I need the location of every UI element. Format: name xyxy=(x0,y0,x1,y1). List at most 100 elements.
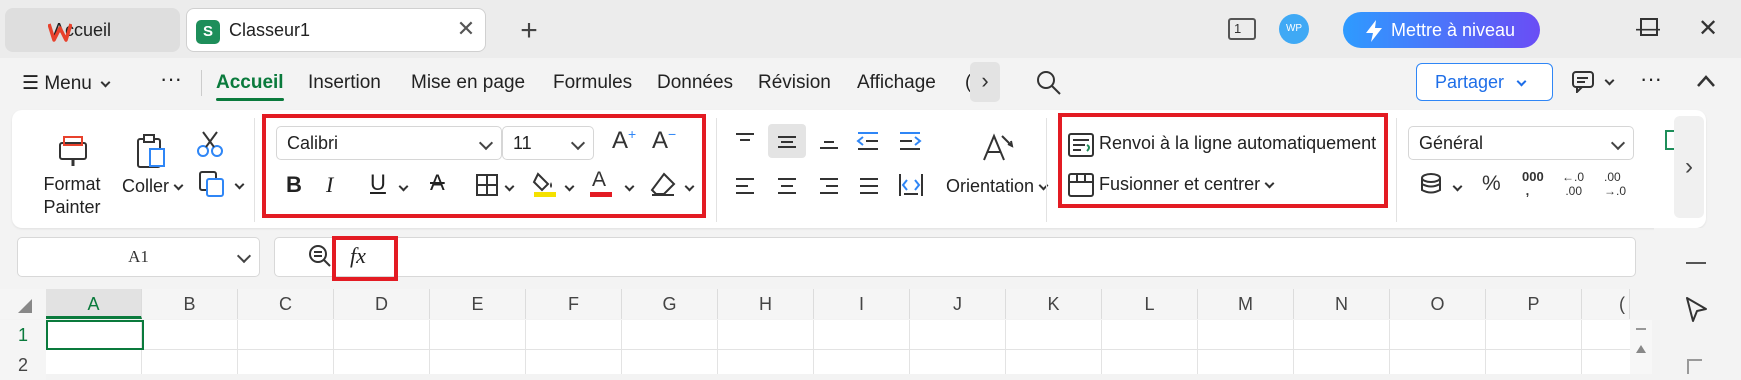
tab-formules[interactable]: Formules xyxy=(553,72,632,94)
maximize-button[interactable] xyxy=(1640,18,1658,36)
tab-document[interactable]: Classeur1 xyxy=(186,8,486,52)
paste-label: Coller xyxy=(122,176,170,196)
active-cell[interactable] xyxy=(46,320,144,350)
justify-icon[interactable] xyxy=(858,176,880,196)
zoom-formula-icon[interactable] xyxy=(308,244,332,268)
cut-icon[interactable] xyxy=(196,130,224,158)
distributed-align-icon[interactable] xyxy=(898,172,924,198)
increase-indent-icon[interactable] xyxy=(898,130,922,152)
more-options-icon[interactable]: ··· xyxy=(1640,66,1662,92)
tab-affichage[interactable]: Affichage xyxy=(857,72,936,94)
currency-format-icon[interactable] xyxy=(1418,172,1444,198)
tab-mise-en-page[interactable]: Mise en page xyxy=(411,72,525,94)
align-middle-button[interactable] xyxy=(768,124,806,158)
align-right-icon[interactable] xyxy=(818,176,840,196)
comment-dropdown-icon[interactable] xyxy=(1600,74,1615,92)
scroll-up-icon[interactable] xyxy=(1635,344,1647,354)
copy-icon[interactable] xyxy=(198,170,226,198)
close-tab-icon[interactable]: ✕ xyxy=(455,18,477,40)
currency-dropdown-icon[interactable] xyxy=(1448,180,1463,198)
upgrade-button[interactable]: Mettre à niveau xyxy=(1343,12,1540,48)
row-header[interactable]: 1 xyxy=(0,320,46,350)
ribbon-separator xyxy=(254,118,255,222)
select-all-corner[interactable] xyxy=(0,289,46,319)
increase-decimal-icon[interactable]: ←.0 .00 xyxy=(1562,170,1584,198)
page-indicator[interactable]: 1 xyxy=(1228,18,1256,40)
decrease-decimal-icon[interactable]: .00 →.0 xyxy=(1604,170,1626,198)
align-top-icon[interactable] xyxy=(734,130,756,152)
column-header[interactable]: J xyxy=(910,289,1006,319)
tab-donnees[interactable]: Données xyxy=(657,72,733,94)
name-box[interactable]: A1 xyxy=(17,237,260,277)
menu-button[interactable]: ☰ Menu xyxy=(22,72,111,95)
align-bottom-icon[interactable] xyxy=(818,130,840,152)
column-header[interactable]: F xyxy=(526,289,622,319)
search-icon[interactable] xyxy=(1036,70,1062,96)
copy-dropdown-icon[interactable] xyxy=(230,178,245,196)
format-painter-button[interactable]: Format Painter xyxy=(42,174,102,218)
column-header[interactable]: P xyxy=(1486,289,1582,319)
number-format-select[interactable]: Général xyxy=(1408,126,1634,160)
column-header[interactable]: D xyxy=(334,289,430,319)
collapse-ribbon-icon[interactable] xyxy=(1696,74,1716,88)
orientation-label: Orientation xyxy=(946,176,1035,196)
more-icon[interactable]: ··· xyxy=(160,66,182,92)
format-painter-line1: Format xyxy=(43,174,101,194)
column-header[interactable]: I xyxy=(814,289,910,319)
tab-revision[interactable]: Révision xyxy=(758,72,831,94)
scroll-tabs-right-icon[interactable]: › xyxy=(970,62,1000,102)
column-header[interactable]: M xyxy=(1198,289,1294,319)
paste-icon xyxy=(137,134,165,168)
highlight-box-font-group xyxy=(262,114,706,218)
orientation-button[interactable]: Orientation xyxy=(946,176,1049,197)
format-painter-line2: Painter xyxy=(43,197,101,217)
number-format-value: Général xyxy=(1419,133,1484,153)
select-cursor-icon[interactable] xyxy=(1684,296,1710,324)
format-painter-icon xyxy=(59,136,87,166)
share-button[interactable]: Partager xyxy=(1416,63,1553,101)
column-header[interactable]: O xyxy=(1390,289,1486,319)
tab-insertion[interactable]: Insertion xyxy=(308,72,381,94)
column-header[interactable]: A xyxy=(46,289,142,319)
column-header[interactable]: G xyxy=(622,289,718,319)
column-header[interactable]: K xyxy=(1006,289,1102,319)
cell-grid[interactable] xyxy=(46,320,1630,374)
column-header[interactable]: E xyxy=(430,289,526,319)
highlight-box-fx xyxy=(332,236,398,281)
align-left-icon[interactable] xyxy=(734,176,756,196)
close-window-button[interactable]: ✕ xyxy=(1688,12,1728,46)
cell-reference: A1 xyxy=(128,247,149,266)
decrease-indent-icon[interactable] xyxy=(856,130,880,152)
orientation-icon xyxy=(983,133,1014,161)
avatar[interactable]: WP xyxy=(1279,14,1309,44)
vertical-scrollbar[interactable] xyxy=(1630,320,1652,374)
active-tab-indicator xyxy=(216,98,284,101)
column-header[interactable]: ( xyxy=(1582,289,1630,319)
comment-icon[interactable] xyxy=(1572,71,1598,93)
percent-icon[interactable]: % xyxy=(1482,172,1501,196)
ribbon-separator xyxy=(1396,118,1397,222)
row-header[interactable]: 2 xyxy=(0,350,46,380)
align-middle-icon xyxy=(778,136,796,148)
lightning-icon xyxy=(1366,20,1382,42)
column-header[interactable]: B xyxy=(142,289,238,319)
align-center-icon[interactable] xyxy=(776,176,798,196)
tab-accueil[interactable]: Accueil xyxy=(216,72,284,94)
paste-button[interactable]: Coller xyxy=(122,176,184,197)
formula-input[interactable] xyxy=(274,237,1636,277)
tab-home[interactable]: Accueil xyxy=(5,8,180,52)
new-tab-button[interactable]: + xyxy=(515,14,543,48)
ribbon-scroll-right-icon[interactable]: › xyxy=(1674,116,1704,218)
collapse-panel-icon[interactable] xyxy=(1686,262,1706,264)
resize-icon[interactable] xyxy=(1686,356,1708,374)
menu-label: Menu xyxy=(44,73,92,94)
thousands-separator-icon[interactable]: 000 , xyxy=(1522,170,1544,198)
menu-divider xyxy=(201,70,202,96)
column-header[interactable]: C xyxy=(238,289,334,319)
wps-logo-icon xyxy=(48,23,72,42)
share-label: Partager xyxy=(1435,72,1505,92)
column-header[interactable]: N xyxy=(1294,289,1390,319)
column-header[interactable]: H xyxy=(718,289,814,319)
spreadsheet-icon: S xyxy=(196,20,220,44)
column-header[interactable]: L xyxy=(1102,289,1198,319)
